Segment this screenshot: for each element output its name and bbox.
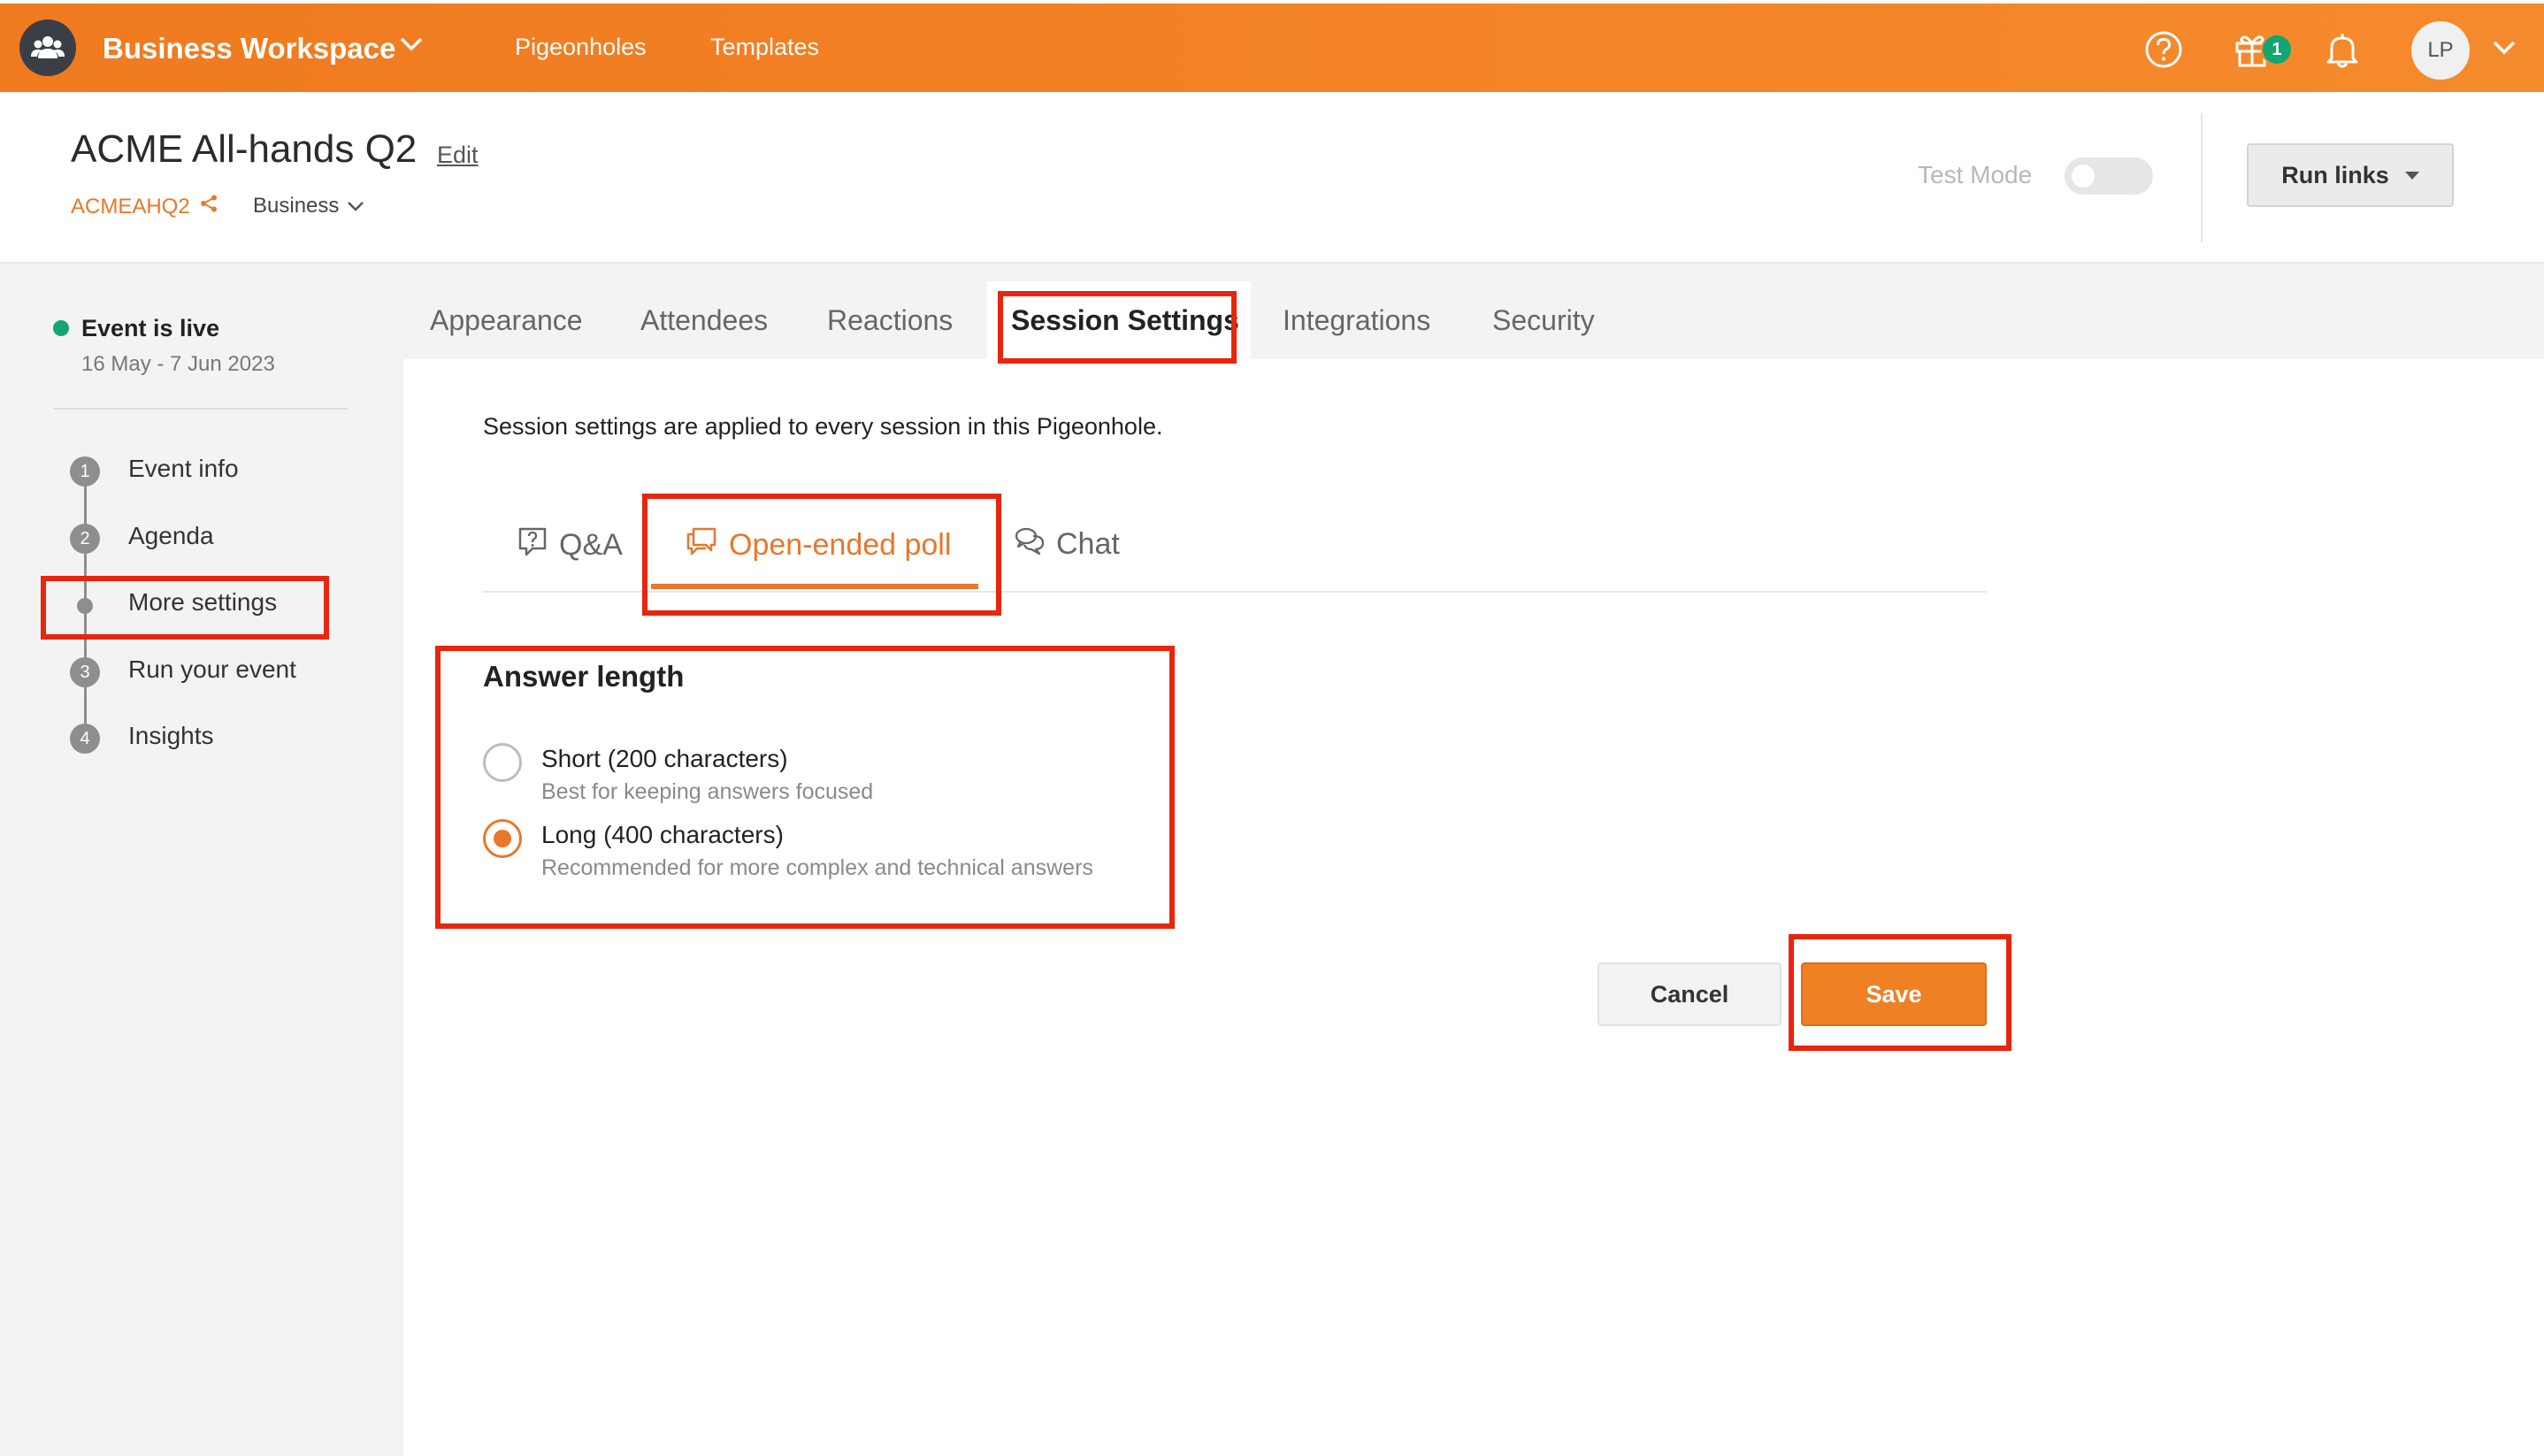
question-icon (517, 525, 548, 565)
step-number: 4 (70, 724, 100, 754)
chevron-down-icon[interactable] (398, 35, 425, 57)
sidebar-item-label: Insights (128, 722, 214, 749)
step-number: 1 (70, 456, 100, 487)
share-icon[interactable] (199, 194, 218, 219)
short-answer-radio[interactable] (483, 743, 522, 782)
tab-security[interactable]: Security (1492, 304, 1595, 337)
chevron-down-icon[interactable] (2491, 39, 2517, 61)
chat-bubbles-icon (685, 525, 718, 565)
sidebar-item-label: Run your event (128, 655, 296, 683)
tab-attendees[interactable]: Attendees (640, 304, 768, 337)
event-code[interactable]: ACMEAHQ2 (71, 194, 218, 219)
subtab-label: Q&A (559, 528, 623, 562)
caret-down-icon (2404, 171, 2419, 180)
notification-count-badge: 1 (2261, 34, 2293, 65)
subtab-qa[interactable]: Q&A (517, 525, 623, 565)
cancel-button[interactable]: Cancel (1598, 962, 1782, 1026)
help-icon[interactable] (2141, 27, 2187, 73)
avatar[interactable]: LP (2411, 21, 2470, 80)
tab-session-settings[interactable]: Session Settings (1011, 304, 1239, 337)
step-number: 3 (70, 657, 100, 687)
nav-pigeonholes[interactable]: Pigeonholes (515, 34, 647, 61)
workspace-name[interactable]: Business Workspace (103, 32, 395, 65)
chevron-down-icon (346, 194, 365, 218)
sidebar-item-insights[interactable]: 4 Insights (0, 715, 403, 759)
divider (483, 591, 1987, 593)
workspace-users-icon[interactable] (19, 19, 76, 76)
sidebar-item-agenda[interactable]: 2 Agenda (0, 515, 403, 559)
top-bar: Business Workspace Pigeonholes Templates… (0, 0, 2544, 92)
subtab-open-ended-poll[interactable]: Open-ended poll (685, 525, 951, 565)
event-type-dropdown[interactable]: Business (253, 194, 365, 218)
event-title: ACME All-hands Q2 (71, 127, 418, 171)
long-option-title[interactable]: Long (400 characters) (541, 821, 784, 849)
step-number: 2 (70, 524, 100, 554)
sidebar-item-label: Agenda (128, 522, 214, 549)
sidebar-item-run-your-event[interactable]: 3 Run your event (0, 648, 403, 693)
run-links-button[interactable]: Run links (2247, 143, 2454, 207)
sidebar-item-more-settings[interactable]: More settings (0, 581, 403, 625)
short-option-title[interactable]: Short (200 characters) (541, 745, 788, 773)
active-subtab-indicator (651, 584, 978, 589)
short-option-description: Best for keeping answers focused (541, 779, 874, 804)
bell-icon[interactable] (2319, 27, 2365, 73)
nav-templates[interactable]: Templates (710, 34, 819, 61)
tab-integrations[interactable]: Integrations (1283, 304, 1430, 337)
run-links-label: Run links (2281, 161, 2389, 188)
event-code-text: ACMEAHQ2 (71, 194, 190, 218)
edit-event-link[interactable]: Edit (437, 142, 479, 169)
tab-appearance[interactable]: Appearance (430, 304, 583, 337)
chat-icon (1014, 525, 1046, 563)
settings-description: Session settings are applied to every se… (483, 413, 1163, 440)
sidebar-item-label: Event info (128, 455, 239, 482)
live-status-dot (53, 320, 69, 336)
step-dot (77, 598, 93, 614)
event-status: Event is live (81, 315, 220, 341)
event-dates: 16 May - 7 Jun 2023 (81, 352, 275, 376)
save-button[interactable]: Save (1801, 962, 1987, 1026)
subtab-chat[interactable]: Chat (1014, 525, 1120, 563)
divider (2201, 113, 2203, 242)
sidebar-item-label: More settings (128, 588, 278, 616)
long-option-description: Recommended for more complex and technic… (541, 855, 1093, 880)
divider (53, 408, 349, 410)
test-mode-label: Test Mode (1918, 161, 2033, 188)
subtab-label: Open-ended poll (729, 528, 952, 562)
event-header: ACME All-hands Q2 Edit ACMEAHQ2 Business… (0, 92, 2544, 264)
test-mode-toggle[interactable] (2065, 157, 2153, 195)
sidebar-item-event-info[interactable]: 1 Event info (0, 448, 403, 492)
toggle-knob (2072, 165, 2095, 188)
subtab-label: Chat (1056, 527, 1120, 561)
tab-reactions[interactable]: Reactions (827, 304, 953, 337)
event-type-label: Business (253, 194, 340, 218)
answer-length-heading: Answer length (483, 660, 685, 693)
sidebar: Event is live 16 May - 7 Jun 2023 1 Even… (0, 264, 403, 1456)
long-answer-radio[interactable] (483, 819, 522, 858)
